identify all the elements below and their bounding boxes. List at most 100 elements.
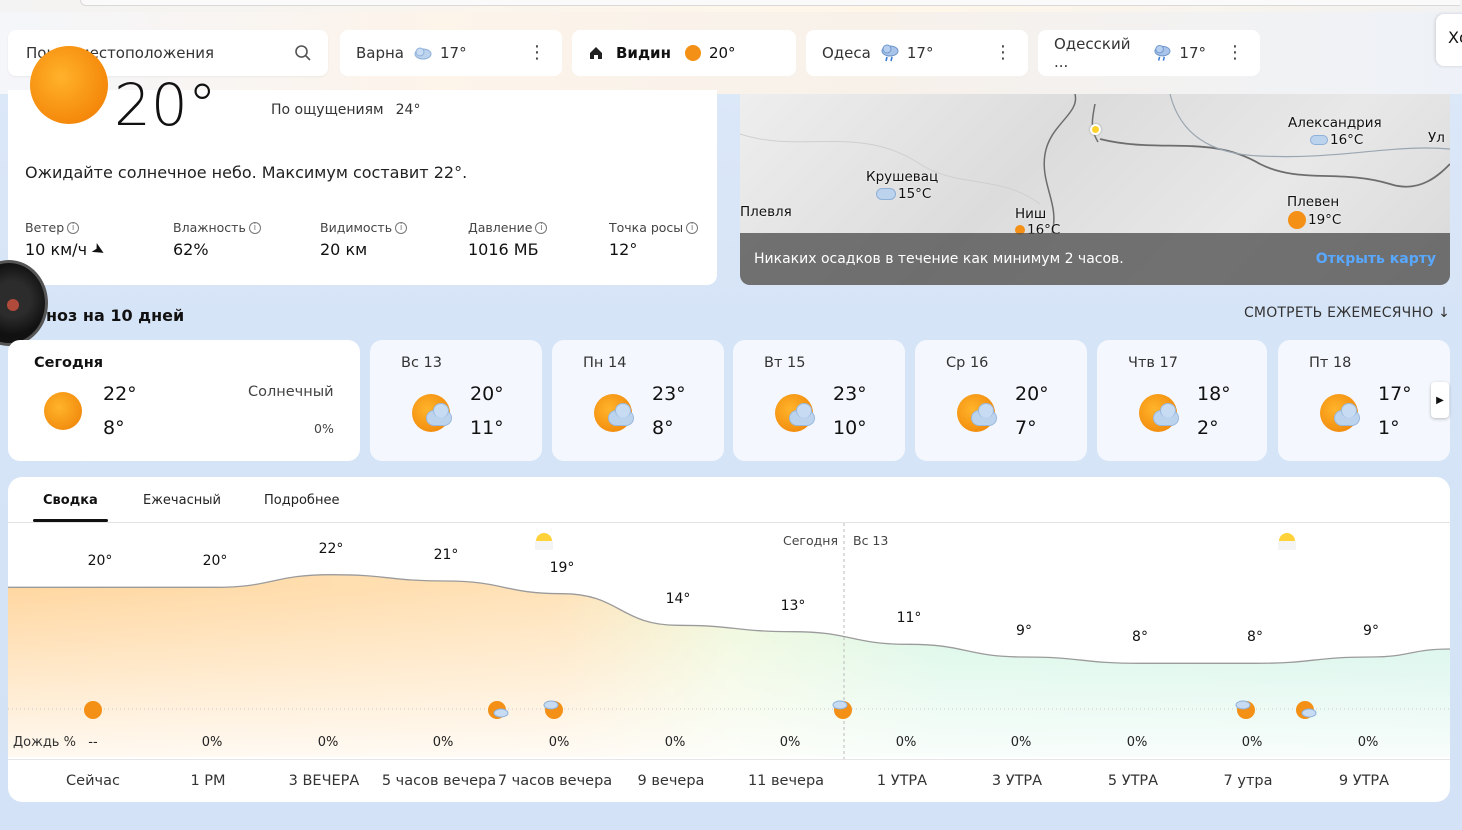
location-temp: 20° [708,44,736,62]
temp-point-label: 20° [87,553,113,570]
info-icon[interactable]: i [248,221,261,234]
sunset-icon [535,533,553,550]
day-low: 1° [1378,417,1400,439]
day-card[interactable]: Пт 18 17° 1° [1278,340,1450,461]
search-icon[interactable] [294,44,312,62]
map-temp-value: 19°C [1308,212,1342,228]
day-card[interactable]: Ср 16 20° 7° [915,340,1087,461]
temp-point-label: 19° [549,559,575,576]
info-icon[interactable]: i [395,221,408,234]
wind-direction-icon: ➤ [88,237,110,262]
rain-value: -- [88,735,98,750]
open-map-link[interactable]: Открыть карту [1316,251,1436,267]
day-name: Пт 18 [1309,355,1352,371]
more-options-icon[interactable]: ⋮ [982,44,1012,62]
precipitation-note: Никаких осадков в течение как минимум 2 … [754,251,1124,267]
tab-strip [80,0,1460,6]
more-options-icon[interactable]: ⋮ [1214,44,1244,62]
rain-value: 0% [548,735,570,750]
time-label: 9 УТРА [1338,773,1390,789]
cloud-icon [1310,135,1328,145]
location-name: Одеса [822,44,871,62]
map-city-label: Крушевац [866,169,939,185]
day-precip: 0% [314,421,334,436]
time-label: 3 УТРА [991,773,1043,789]
time-label: Сейчас [66,773,120,789]
more-options-icon[interactable]: ⋮ [516,44,546,62]
location-temp: 17° [1179,44,1206,62]
partly-cloudy-icon [412,394,454,432]
temp-point-label: 8° [1247,629,1263,646]
day-card-today[interactable]: Сегодня 22° 8° Солнечный 0% [8,340,360,461]
day-high: 18° [1197,383,1231,405]
metric-pressure: Давление i 1016 МБ [468,220,548,259]
temp-point-label: 13° [780,597,806,614]
forecast-title: ноз на 10 дней [46,306,185,325]
area-fade [8,587,1450,757]
info-icon[interactable]: i [686,221,699,234]
day-high: 22° [103,383,137,405]
metric-value: 12° [609,240,638,259]
metric-label: Ветер [25,220,65,235]
day-name: Чтв 17 [1128,355,1178,371]
metric-wind: Ветер i 10 км/ч ➤ [25,220,110,262]
day-card[interactable]: Чтв 17 18° 2° [1097,340,1267,461]
location-marker-icon[interactable] [1090,124,1101,135]
location-temp: 17° [440,44,467,62]
location-name: Видин [616,44,671,62]
metric-label: Видимость [320,220,393,235]
day-low: 2° [1197,417,1219,439]
current-temperature: 20° [114,71,217,139]
rain-value: 0% [201,735,223,750]
temp-point-label: 21° [433,547,459,563]
monthly-link[interactable]: СМОТРЕТЬ ЕЖЕМЕСЯЧНО ↓ [1244,305,1450,321]
location-chip-odesa[interactable]: Одеса 17° ⋮ [806,30,1028,76]
day-card[interactable]: Пн 14 23° 8° [552,340,724,461]
location-chip-vidin[interactable]: Видин 20° [572,30,796,76]
day-name: Ср 16 [946,355,989,371]
metric-value: 20 км [320,240,368,259]
rain-value: 0% [1010,735,1032,750]
map-city-label: Плевен [1287,194,1340,210]
cloud-icon [414,47,432,60]
time-label: 1 УТРА [876,773,928,789]
location-chip-odesskiy[interactable]: Одесский ... 17° ⋮ [1038,30,1260,76]
time-divider [8,759,1450,760]
edge-button[interactable]: Хо [1436,14,1462,66]
partly-cloudy-icon [594,394,636,432]
temp-point-label: 11° [896,610,922,627]
temp-point-label: 9° [1363,623,1379,639]
day-card[interactable]: Вс 13 20° 11° [370,340,542,461]
next-days-button[interactable]: ▶ [1431,382,1449,418]
home-icon [590,47,602,59]
location-name: Одесский ... [1054,35,1131,71]
rain-value: 0% [432,735,454,750]
map-city-label: Плевля [740,204,792,220]
day-card[interactable]: Вт 15 23° 10° [733,340,905,461]
map-city-temp: 15°C [876,186,931,202]
location-chip-varna[interactable]: Варна 17° ⋮ [340,30,562,76]
sun-icon [684,45,701,61]
browser-top-strip [0,0,1462,12]
rain-value: 0% [1357,735,1379,750]
time-label: 1 PM [190,773,226,789]
day-low: 8° [103,417,125,439]
rain-value: 0% [895,735,917,750]
map-city-label: Ул [1428,130,1445,146]
weather-map[interactable]: Александрия 16°C Крушевац 15°C Плевля Ни… [740,94,1450,285]
metric-value: 62% [173,240,209,259]
metric-humidity: Влажность i 62% [173,220,261,259]
location-name: Варна [356,44,405,62]
map-footer: Никаких осадков в течение как минимум 2 … [740,233,1450,285]
time-label: 7 часов вечера [497,773,613,789]
day-name: Сегодня [34,355,104,371]
day-high: 23° [833,383,867,405]
rain-value: 0% [664,735,686,750]
info-icon[interactable]: i [535,221,548,234]
temp-point-label: 9° [1016,623,1032,639]
partly-cloudy-icon [775,394,817,432]
info-icon[interactable]: i [67,221,80,234]
rain-cloud-icon [1154,44,1171,61]
time-label: 11 вечера [747,773,825,789]
feels-like: По ощущениям 24° [271,102,420,118]
